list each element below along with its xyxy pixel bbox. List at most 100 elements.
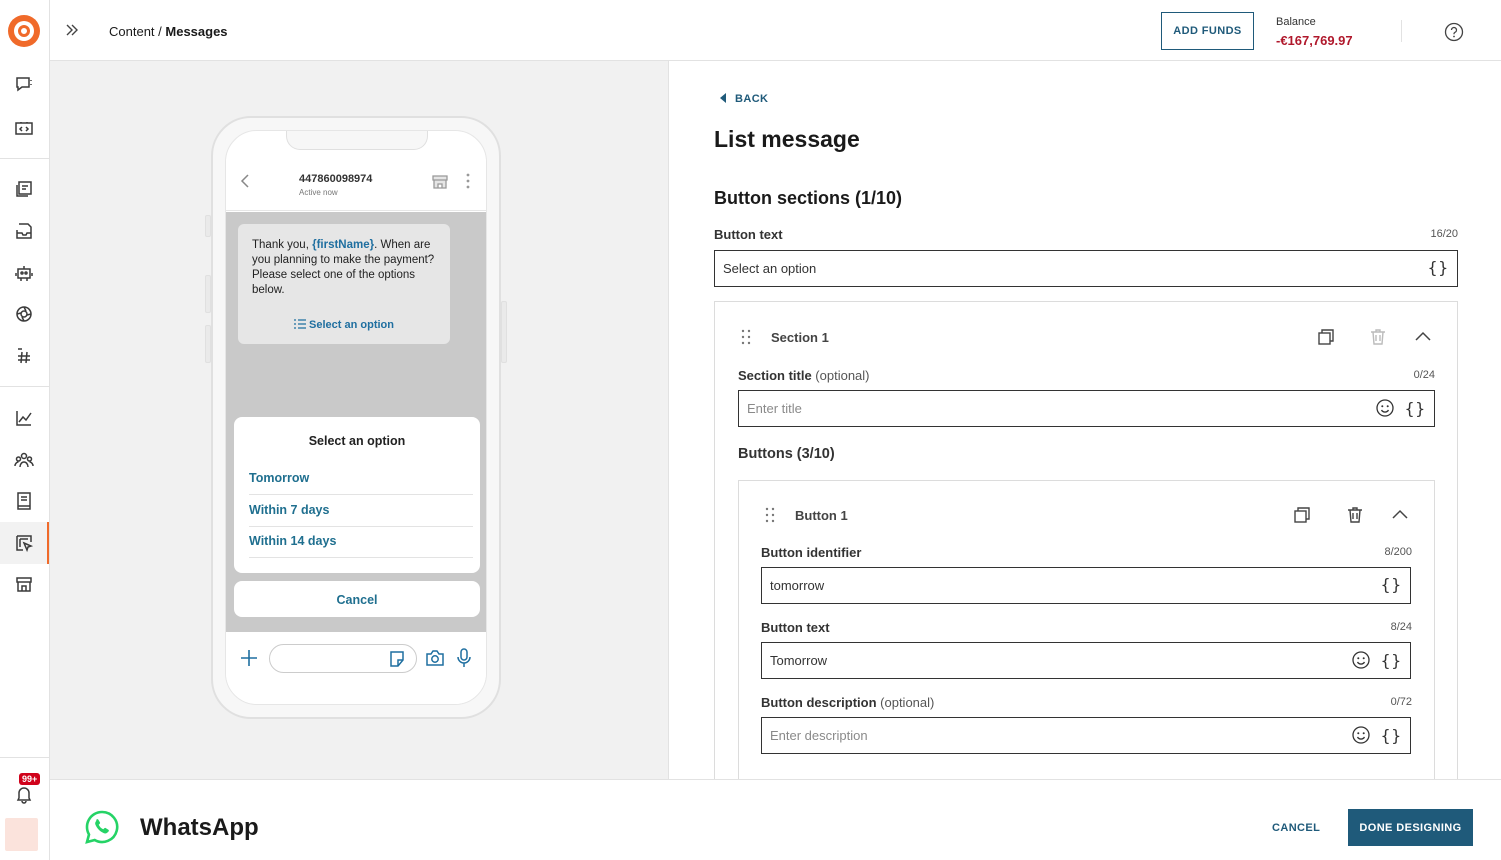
add-funds-button[interactable]: ADD FUNDS bbox=[1161, 12, 1254, 50]
phone-side-button bbox=[205, 275, 211, 313]
sidebar-rail: 99+ bbox=[0, 0, 50, 860]
more-options-icon bbox=[466, 173, 470, 189]
section-title-counter: 0/24 bbox=[1413, 369, 1435, 381]
variable-braces-icon[interactable]: {} bbox=[1381, 651, 1402, 670]
buttons-heading: Buttons (3/10) bbox=[738, 446, 835, 462]
phone-mockup: 447860098974 Active now Thank you, {firs… bbox=[205, 116, 507, 719]
inbox-icon[interactable] bbox=[12, 219, 36, 243]
button-description-counter: 0/72 bbox=[1390, 696, 1412, 708]
back-link[interactable]: BACK bbox=[720, 93, 768, 105]
bell-icon[interactable] bbox=[12, 782, 36, 806]
help-icon[interactable] bbox=[1444, 22, 1464, 42]
variable-braces-icon[interactable]: {} bbox=[1428, 258, 1449, 277]
balance-label: Balance bbox=[1276, 16, 1316, 28]
button-identifier-input[interactable]: tomorrow {} bbox=[761, 567, 1411, 604]
rail-divider bbox=[0, 757, 49, 758]
section-title-input[interactable]: Enter title {} bbox=[738, 390, 1435, 427]
variable-braces-icon[interactable]: {} bbox=[1381, 726, 1402, 745]
phone-screen: 447860098974 Active now Thank you, {firs… bbox=[225, 130, 487, 705]
analytics-icon[interactable] bbox=[12, 406, 36, 430]
back-label: BACK bbox=[735, 93, 769, 105]
button-text-counter: 8/24 bbox=[1390, 621, 1412, 633]
code-box-icon[interactable] bbox=[12, 116, 36, 140]
variable-braces-icon[interactable]: {} bbox=[1381, 575, 1402, 594]
button-identifier-label: Button identifier bbox=[761, 545, 862, 560]
list-message-editor: BACK List message Button sections (1/10)… bbox=[669, 61, 1501, 779]
delete-icon bbox=[1371, 329, 1385, 345]
variable-braces-icon[interactable]: {} bbox=[1405, 399, 1426, 418]
sheet-option: Tomorrow bbox=[249, 464, 473, 495]
reports-icon[interactable] bbox=[12, 177, 36, 201]
chevron-up-icon[interactable] bbox=[1413, 327, 1433, 347]
avatar[interactable] bbox=[5, 818, 38, 851]
rail-divider bbox=[0, 158, 49, 159]
store-icon[interactable] bbox=[12, 572, 36, 596]
bubble-select-option: Select an option bbox=[238, 318, 450, 333]
bubble-text-before: Thank you, bbox=[252, 239, 313, 251]
hashtag-icon[interactable] bbox=[12, 344, 36, 368]
duplicate-icon[interactable] bbox=[1292, 505, 1312, 525]
emoji-icon[interactable] bbox=[1351, 650, 1371, 670]
button-description-placeholder: Enter description bbox=[770, 728, 868, 743]
bot-icon[interactable] bbox=[12, 261, 36, 285]
people-icon[interactable] bbox=[12, 448, 36, 472]
list-icon bbox=[294, 319, 307, 329]
button-description-input[interactable]: Enter description {} bbox=[761, 717, 1411, 754]
book-icon[interactable] bbox=[12, 489, 36, 513]
contact-number: 447860098974 bbox=[299, 173, 373, 185]
optional-hint: (optional) bbox=[811, 368, 870, 383]
optional-hint: (optional) bbox=[876, 695, 935, 710]
sticker-icon bbox=[390, 651, 404, 667]
section-title-label: Section title (optional) bbox=[738, 368, 870, 383]
emoji-icon[interactable] bbox=[1351, 725, 1371, 745]
aperture-icon[interactable] bbox=[12, 302, 36, 326]
plus-icon bbox=[241, 650, 257, 666]
button-text-value: Select an option bbox=[723, 261, 817, 276]
rail-divider bbox=[0, 386, 49, 387]
sheet-option: Within 14 days bbox=[249, 527, 473, 558]
contact-status: Active now bbox=[299, 188, 338, 197]
content-icon[interactable] bbox=[12, 531, 36, 555]
message-bubble: Thank you, {firstName}. When are you pla… bbox=[238, 224, 450, 344]
chat-header: 447860098974 Active now bbox=[226, 159, 486, 211]
duplicate-icon[interactable] bbox=[1316, 327, 1336, 347]
phone-side-button bbox=[205, 325, 211, 363]
button-card: Button 1 Button identifier 8/200 tomorro… bbox=[738, 480, 1435, 779]
brand-logo-icon[interactable] bbox=[8, 15, 40, 47]
section-name: Section 1 bbox=[771, 329, 829, 345]
drag-handle-icon[interactable] bbox=[765, 507, 775, 523]
sheet-cancel: Cancel bbox=[234, 581, 480, 617]
chat-back-icon bbox=[240, 174, 249, 188]
button-text-value-input[interactable]: Tomorrow {} bbox=[761, 642, 1411, 679]
section-header: Section 1 bbox=[741, 329, 829, 345]
button-description-label-text: Button description bbox=[761, 695, 877, 710]
top-bar: Content / Messages ADD FUNDS Balance -€1… bbox=[50, 0, 1501, 61]
button-text-value: Tomorrow bbox=[770, 653, 828, 668]
microphone-icon bbox=[457, 648, 471, 667]
sheet-option: Within 7 days bbox=[249, 496, 473, 527]
option-sheet: Select an option Tomorrow Within 7 days … bbox=[234, 417, 480, 573]
camera-icon bbox=[426, 650, 444, 666]
breadcrumb-parent[interactable]: Content bbox=[109, 24, 155, 39]
cancel-button[interactable]: CANCEL bbox=[1272, 822, 1320, 834]
topbar-divider bbox=[1401, 20, 1402, 42]
delete-icon[interactable] bbox=[1345, 505, 1365, 525]
chevron-up-icon[interactable] bbox=[1390, 505, 1410, 525]
chat-input-bar bbox=[226, 633, 486, 704]
channel-name: WhatsApp bbox=[140, 814, 259, 841]
button-text-label: Button text bbox=[714, 227, 783, 242]
breadcrumb-separator: / bbox=[154, 24, 166, 39]
emoji-icon[interactable] bbox=[1375, 398, 1395, 418]
section-title-label-text: Section title bbox=[738, 368, 812, 383]
bubble-variable: {firstName} bbox=[312, 239, 375, 251]
sections-heading: Button sections (1/10) bbox=[714, 188, 903, 208]
section-card: Section 1 Section title (optional) 0/24 … bbox=[714, 301, 1458, 779]
breadcrumb-current: Messages bbox=[165, 24, 228, 39]
done-designing-button[interactable]: DONE DESIGNING bbox=[1348, 809, 1473, 846]
chat-bubble-icon[interactable] bbox=[12, 73, 36, 97]
expand-sidebar-icon[interactable] bbox=[64, 22, 80, 38]
chat-body: Thank you, {firstName}. When are you pla… bbox=[226, 212, 486, 632]
drag-handle-icon[interactable] bbox=[741, 329, 751, 345]
button-text-input[interactable]: Select an option {} bbox=[714, 250, 1458, 287]
whatsapp-icon bbox=[85, 810, 119, 844]
